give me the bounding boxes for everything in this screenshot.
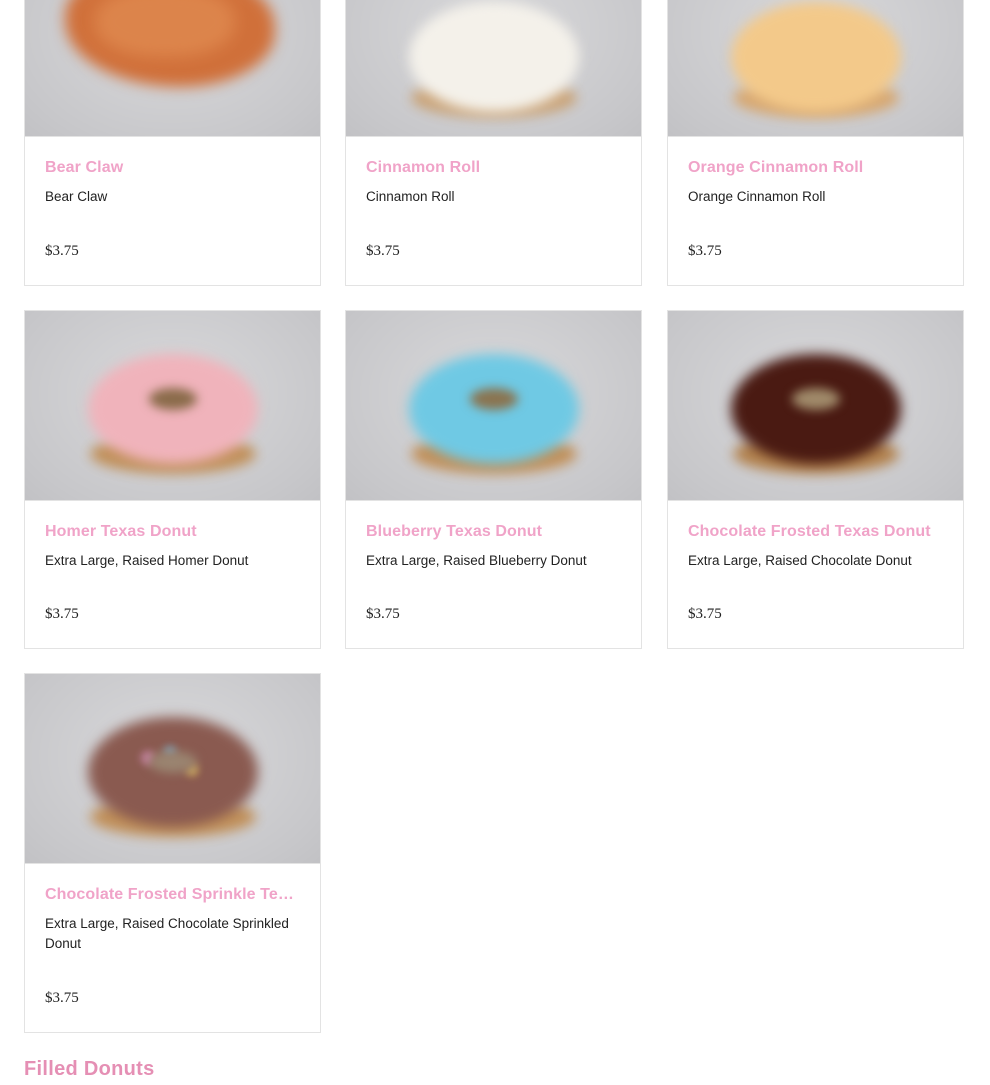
item-price: $3.75 [45,243,79,259]
item-name: Bear Claw [45,159,124,176]
chocolate-sprinkle-donut-image [25,674,320,864]
menu-item-card[interactable]: Chocolate Frosted Sprinkle Tex... Extra … [24,673,321,1033]
item-description: Extra Large, Raised Blueberry Donut [366,553,587,568]
bear-claw-image [25,0,320,137]
blueberry-donut-image [346,311,641,501]
chocolate-donut-image [668,311,963,501]
menu-item-card[interactable]: Orange Cinnamon Roll Orange Cinnamon Rol… [667,0,964,286]
item-name: Cinnamon Roll [366,159,481,176]
item-description: Extra Large, Raised Chocolate Donut [688,553,912,568]
item-name: Blueberry Texas Donut [366,523,543,540]
item-price: $3.75 [45,606,79,622]
item-price: $3.75 [366,606,400,622]
item-price: $3.75 [688,606,722,622]
menu-item-card[interactable]: Chocolate Frosted Texas Donut Extra Larg… [667,310,964,649]
item-price: $3.75 [688,243,722,259]
item-name: Homer Texas Donut [45,523,197,540]
item-name: Chocolate Frosted Texas Donut [688,523,931,540]
orange-cinnamon-roll-image [668,0,963,137]
item-name: Chocolate Frosted Sprinkle Tex... [45,886,300,903]
homer-donut-image [25,311,320,501]
item-price: $3.75 [45,990,79,1006]
menu-item-card[interactable]: Blueberry Texas Donut Extra Large, Raise… [345,310,642,649]
item-description: Orange Cinnamon Roll [688,189,826,204]
item-name: Orange Cinnamon Roll [688,159,864,176]
menu-item-card[interactable]: Homer Texas Donut Extra Large, Raised Ho… [24,310,321,649]
item-description: Extra Large, Raised Homer Donut [45,553,249,568]
cinnamon-roll-image [346,0,641,137]
item-description: Extra Large, Raised Chocolate Sprinkled … [45,916,289,951]
item-description: Cinnamon Roll [366,189,455,204]
item-price: $3.75 [366,243,400,259]
item-description: Bear Claw [45,189,108,204]
menu-item-card[interactable]: Cinnamon Roll Cinnamon Roll $3.75 [345,0,642,286]
section-title: Filled Donuts [24,1058,155,1080]
menu-item-card[interactable]: Bear Claw Bear Claw $3.75 [24,0,321,286]
